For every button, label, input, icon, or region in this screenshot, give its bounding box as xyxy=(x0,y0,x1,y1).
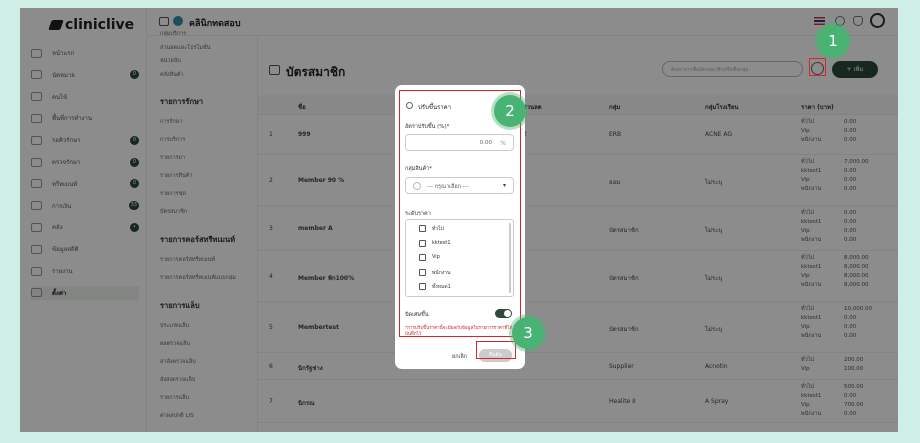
confirm-highlight xyxy=(476,341,516,359)
callout-2: 2 xyxy=(494,95,526,127)
gear-highlight xyxy=(809,58,826,76)
callout-3: 3 xyxy=(512,317,544,349)
app-window: cliniclive หน้าแรก นัดหมาย 0 คนไข้ พื้นที่กา… xyxy=(20,8,898,432)
callout-1: 1 xyxy=(817,25,849,57)
modal-highlight xyxy=(399,90,521,337)
cancel-button[interactable]: ยกเลิก xyxy=(452,353,467,361)
